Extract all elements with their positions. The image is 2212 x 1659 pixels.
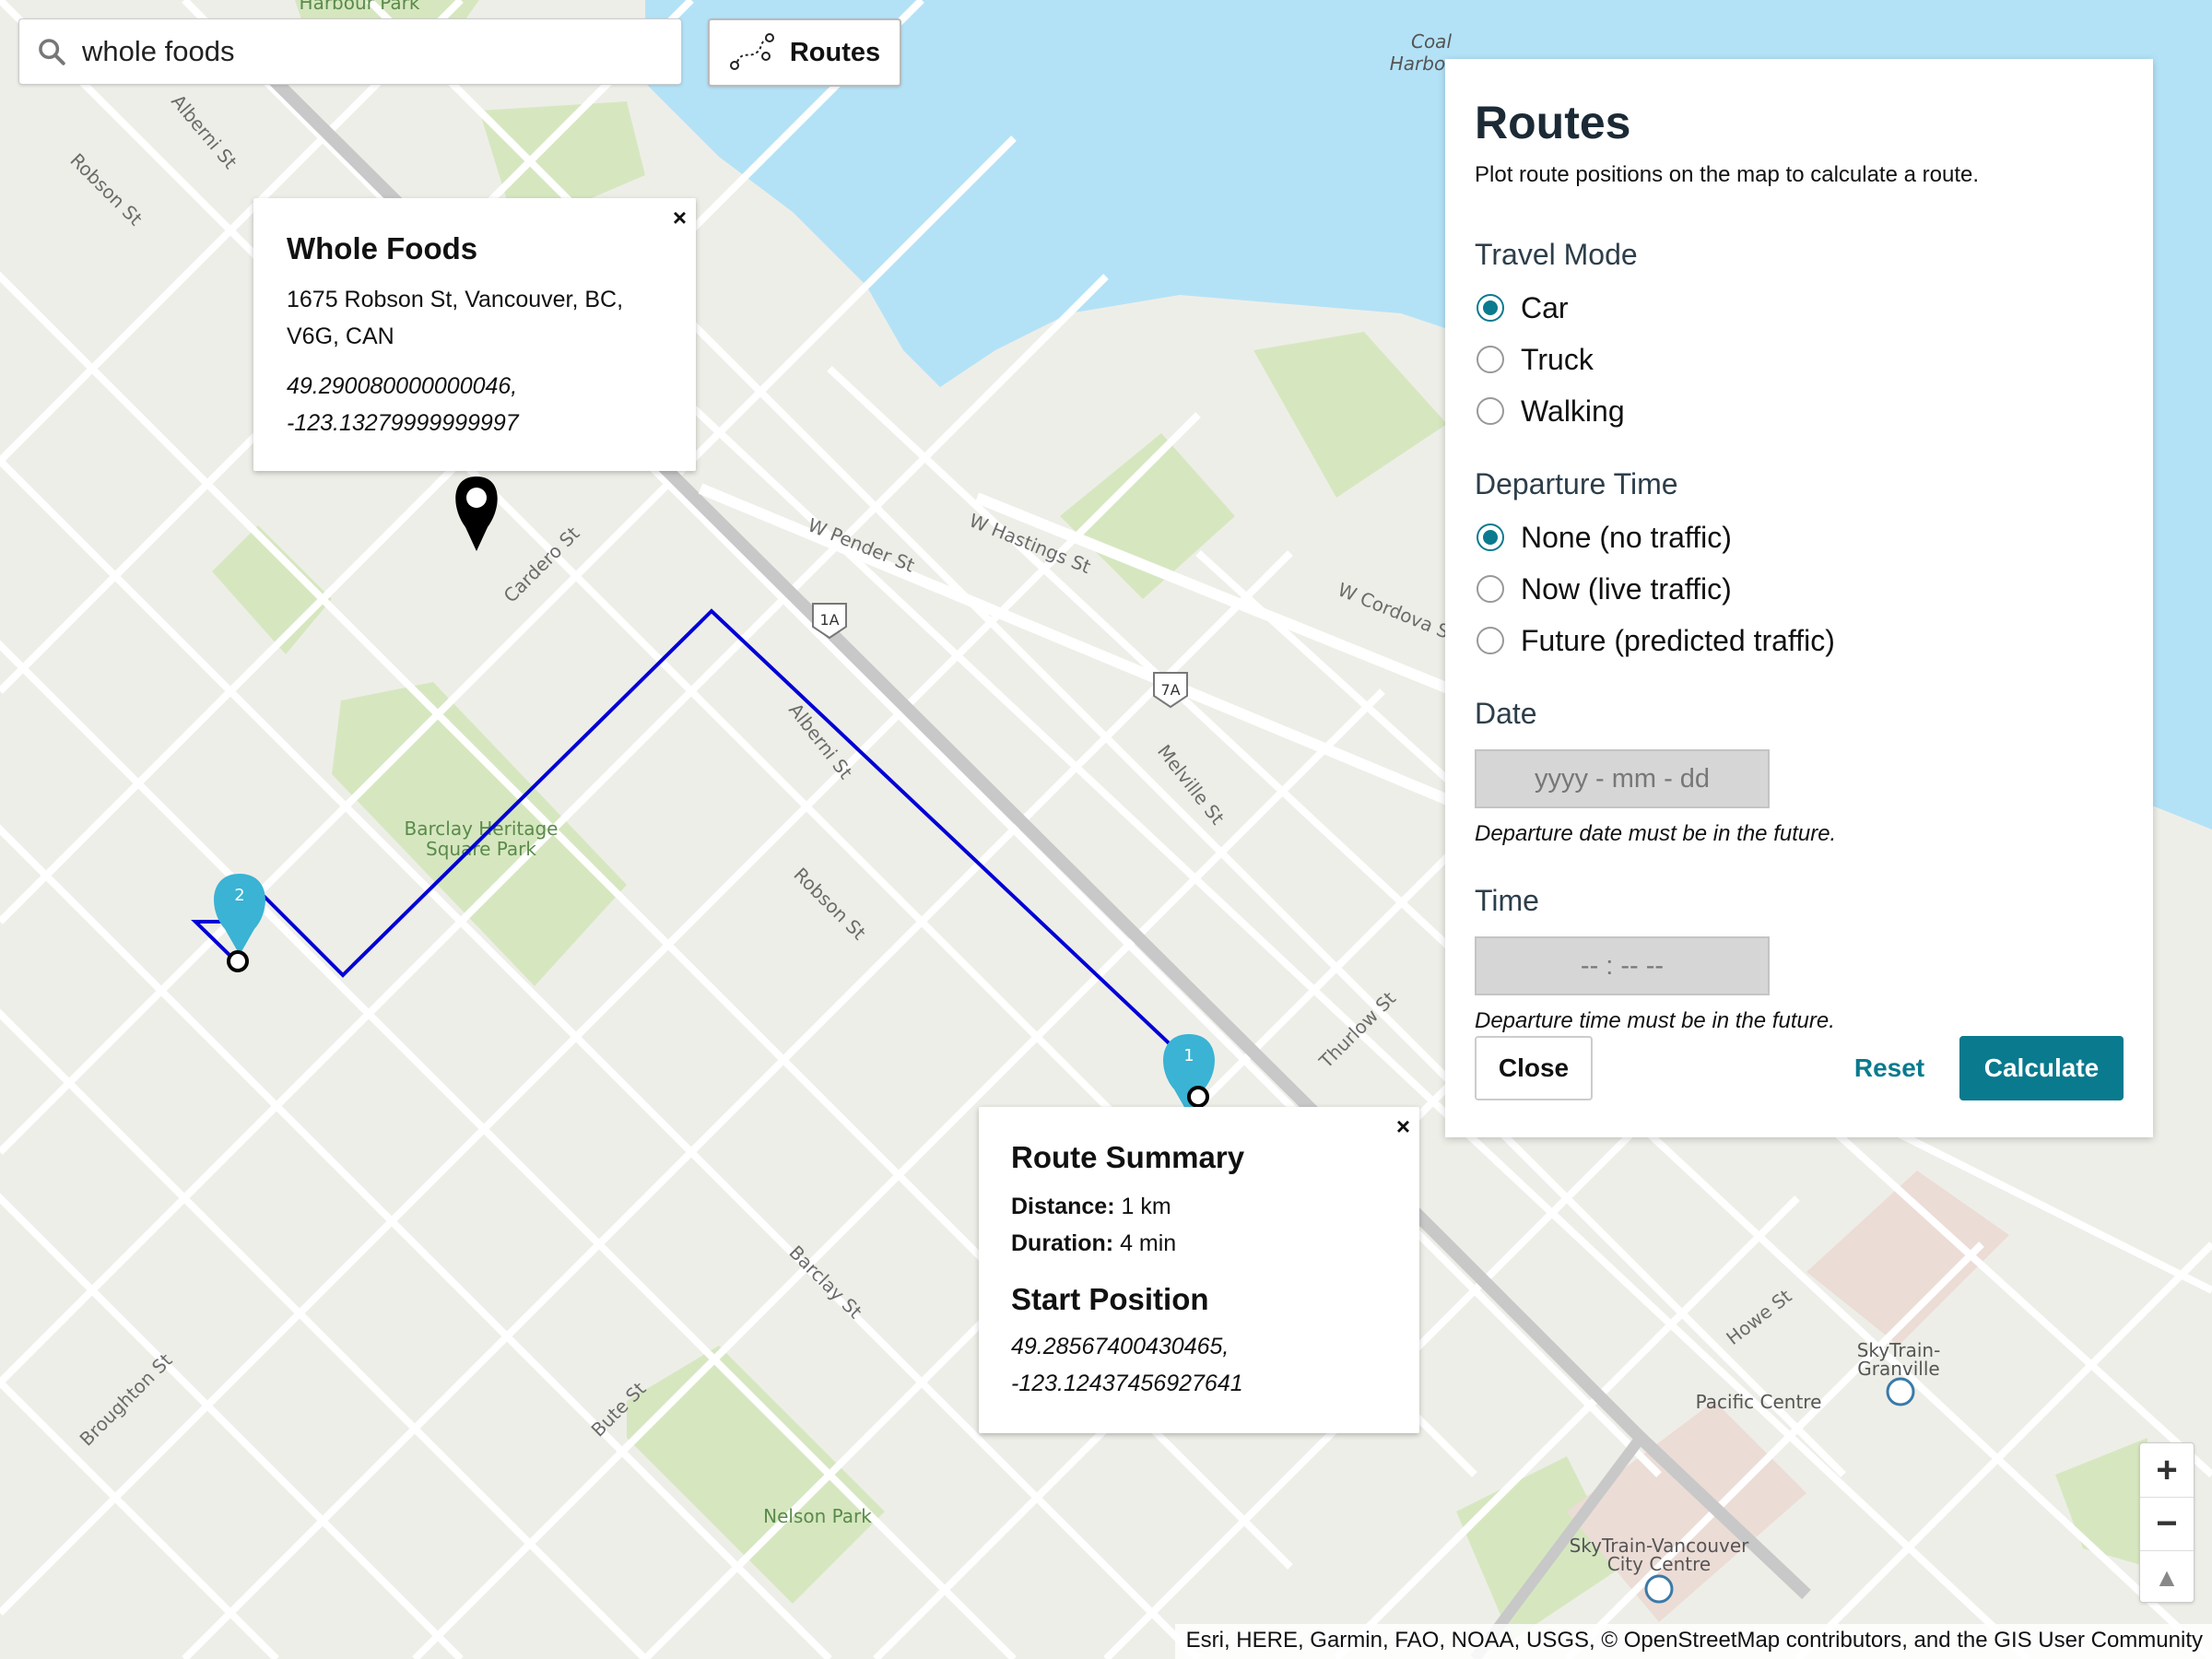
duration-value: 4 min [1120,1230,1177,1256]
place-label: Harbo [1390,53,1445,75]
routes-button-label: Routes [789,37,881,67]
search-icon [39,39,65,65]
place-label: Coal [1411,30,1452,53]
distance-label: Distance: [1011,1194,1115,1219]
park-label: Nelson Park [763,1505,872,1527]
map-attribution: Esri, HERE, Garmin, FAO, NOAA, USGS, © O… [1174,1624,2212,1659]
departure-future[interactable]: Future (predicted traffic) [1475,623,2124,657]
park-label: Square Park [426,838,536,860]
radio-button[interactable] [1477,397,1504,425]
duration-row: Duration: 4 min [1011,1225,1387,1262]
radio-label: Truck [1521,342,1594,376]
radio-label: Walking [1521,394,1625,428]
radio-label: Future (predicted traffic) [1521,623,1835,657]
start-coordinates: 49.28567400430465, -123.12437456927641 [1011,1328,1387,1402]
departure-time-label: Departure Time [1475,467,1678,500]
travel-mode-car[interactable]: Car [1475,290,2124,324]
coord-lon: -123.12437456927641 [1011,1371,1243,1396]
popup-address: 1675 Robson St, Vancouver, BC, V6G, CAN [287,287,624,349]
svg-text:1A: 1A [819,611,839,629]
time-hint: Departure time must be in the future. [1475,1008,1835,1033]
calculate-button[interactable]: Calculate [1959,1036,2124,1100]
park-label: Harbour Park [300,0,420,14]
skytrain-icon [1644,1574,1674,1604]
panel-subtitle: Plot route positions on the map to calcu… [1475,162,1979,187]
place-label: City Centre [1607,1553,1711,1575]
compass-button[interactable]: ▲ [2140,1550,2194,1604]
routes-toggle-button[interactable]: Routes [708,18,901,87]
departure-now[interactable]: Now (live traffic) [1475,571,2124,606]
svg-text:2: 2 [234,886,244,905]
time-input[interactable]: -- : -- -- [1475,936,1770,995]
place-label: Granville [1857,1358,1939,1380]
route-summary-popup: × Route Summary Distance: 1 km Duration:… [979,1107,1419,1433]
start-position-title: Start Position [1011,1282,1209,1316]
coord-lon: -123.13279999999997 [287,410,519,436]
place-popup: × Whole Foods 1675 Robson St, Vancouver,… [253,198,696,471]
svg-text:7A: 7A [1160,681,1180,699]
close-button[interactable]: Close [1475,1036,1593,1100]
routes-panel: Routes Plot route positions on the map t… [1445,59,2153,1137]
distance-row: Distance: 1 km [1011,1188,1387,1225]
search-input[interactable] [82,35,635,68]
time-label: Time [1475,884,1539,917]
travel-mode-truck[interactable]: Truck [1475,342,2124,376]
departure-none[interactable]: None (no traffic) [1475,520,2124,554]
search-bar[interactable] [18,18,682,85]
radio-label: Car [1521,290,1569,324]
skytrain-icon [1886,1377,1915,1406]
date-hint: Departure date must be in the future. [1475,821,1837,846]
radio-button[interactable] [1477,627,1504,654]
svg-text:1: 1 [1183,1046,1194,1065]
radio-label: Now (live traffic) [1521,571,1732,606]
radio-label: None (no traffic) [1521,520,1732,554]
date-input[interactable]: yyyy - mm - dd [1475,749,1770,808]
zoom-out-button[interactable]: − [2140,1497,2194,1550]
radio-button[interactable] [1477,294,1504,322]
panel-footer: Close Reset Calculate [1475,1036,2124,1100]
radio-button[interactable] [1477,524,1504,551]
panel-title: Routes [1475,97,1631,148]
radio-button[interactable] [1477,575,1504,603]
reset-button[interactable]: Reset [1834,1036,1945,1100]
route-icon [729,33,774,70]
travel-mode-walking[interactable]: Walking [1475,394,2124,428]
duration-label: Duration: [1011,1230,1114,1256]
place-label: Pacific Centre [1696,1391,1822,1413]
zoom-controls: + − ▲ [2139,1442,2194,1603]
coord-lat: 49.28567400430465, [1011,1334,1230,1359]
close-icon[interactable]: × [673,204,687,232]
coord-lat: 49.290080000000046, [287,373,518,399]
radio-button[interactable] [1477,346,1504,373]
popup-coordinates: 49.290080000000046, -123.13279999999997 [287,368,663,441]
close-icon[interactable]: × [1396,1112,1410,1141]
popup-title: Whole Foods [287,231,478,265]
travel-mode-label: Travel Mode [1475,238,1638,271]
date-label: Date [1475,697,1537,730]
popup-title: Route Summary [1011,1140,1245,1174]
distance-value: 1 km [1121,1194,1171,1219]
zoom-in-button[interactable]: + [2140,1443,2194,1497]
